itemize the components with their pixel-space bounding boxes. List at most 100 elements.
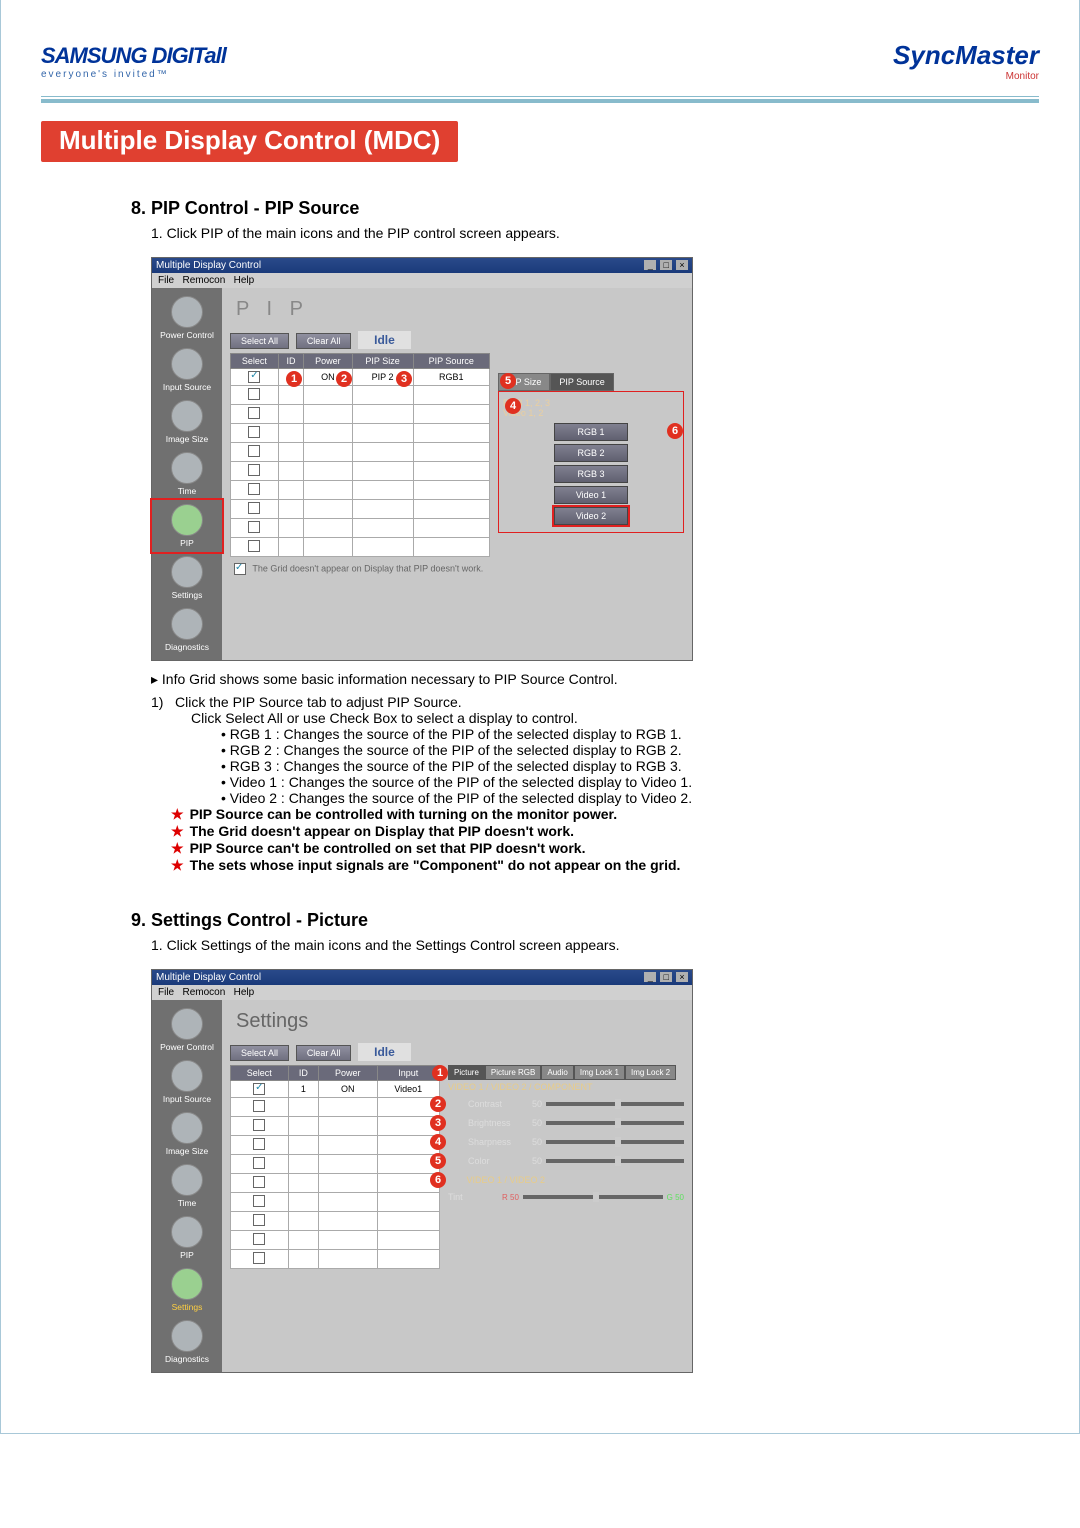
clear-all-button[interactable]: Clear All bbox=[296, 333, 352, 349]
minimize-icon[interactable]: _ bbox=[644, 260, 656, 270]
tab-audio[interactable]: Audio bbox=[541, 1065, 573, 1080]
close-icon[interactable]: × bbox=[676, 972, 688, 982]
slider-thumb[interactable] bbox=[615, 1156, 621, 1166]
bullet: RGB 1 : Changes the source of the PIP of… bbox=[221, 726, 1039, 742]
sidebar-item-power[interactable]: Power Control bbox=[152, 1004, 222, 1056]
checkbox[interactable] bbox=[248, 371, 260, 383]
slider-color[interactable]: 5 Color 50 bbox=[448, 1153, 684, 1169]
checkbox[interactable] bbox=[248, 445, 260, 457]
slider-thumb[interactable] bbox=[615, 1118, 621, 1128]
slider-track[interactable] bbox=[546, 1102, 684, 1106]
brand-right: SyncMaster Monitor bbox=[893, 40, 1039, 82]
table-row[interactable] bbox=[231, 424, 490, 443]
slider-track[interactable] bbox=[546, 1159, 684, 1163]
sidebar-item-diagnostics[interactable]: Diagnostics bbox=[152, 1316, 222, 1368]
maximize-icon[interactable]: □ bbox=[660, 260, 672, 270]
table-row[interactable]: 1 ON Video1 bbox=[231, 1081, 440, 1098]
table-row[interactable] bbox=[231, 519, 490, 538]
menu-help[interactable]: Help bbox=[234, 275, 255, 286]
sidebar-item-pip[interactable]: PIP bbox=[152, 500, 222, 552]
table-row[interactable] bbox=[231, 1174, 440, 1193]
maximize-icon[interactable]: □ bbox=[660, 972, 672, 982]
checkbox[interactable] bbox=[253, 1157, 265, 1169]
table-row[interactable] bbox=[231, 443, 490, 462]
table-row[interactable] bbox=[231, 1193, 440, 1212]
src-video2-button[interactable]: Video 2 bbox=[554, 507, 628, 525]
tab-pipsource[interactable]: PIP Source bbox=[550, 373, 613, 391]
tab-imglock2[interactable]: Img Lock 2 bbox=[625, 1065, 676, 1080]
slider-contrast[interactable]: 2 Contrast 50 bbox=[448, 1096, 684, 1112]
checkbox[interactable] bbox=[248, 464, 260, 476]
tab-picturergb[interactable]: Picture RGB bbox=[485, 1065, 541, 1080]
slider-tint[interactable]: Tint R 50 G 50 bbox=[448, 1192, 684, 1202]
sidebar-item-imagesize[interactable]: Image Size bbox=[152, 1108, 222, 1160]
checkbox[interactable] bbox=[234, 563, 246, 575]
src-rgb1-button[interactable]: RGB 1 bbox=[554, 423, 628, 441]
sidebar-item-settings[interactable]: Settings bbox=[152, 552, 222, 604]
checkbox[interactable] bbox=[248, 426, 260, 438]
menu-file[interactable]: File bbox=[158, 987, 174, 998]
checkbox[interactable] bbox=[248, 407, 260, 419]
slider-thumb[interactable] bbox=[615, 1099, 621, 1109]
sidebar-item-time[interactable]: Time bbox=[152, 1160, 222, 1212]
checkbox[interactable] bbox=[248, 483, 260, 495]
slider-sharpness[interactable]: 4 Sharpness 50 bbox=[448, 1134, 684, 1150]
sidebar-item-time[interactable]: Time bbox=[152, 448, 222, 500]
checkbox[interactable] bbox=[248, 521, 260, 533]
checkbox[interactable] bbox=[253, 1233, 265, 1245]
checkbox[interactable] bbox=[253, 1176, 265, 1188]
checkbox[interactable] bbox=[253, 1100, 265, 1112]
table-row[interactable] bbox=[231, 481, 490, 500]
sidebar-item-diagnostics[interactable]: Diagnostics bbox=[152, 604, 222, 656]
slider-track[interactable] bbox=[546, 1140, 684, 1144]
select-all-button[interactable]: Select All bbox=[230, 1045, 289, 1061]
minimize-icon[interactable]: _ bbox=[644, 972, 656, 982]
sidebar-item-settings[interactable]: Settings bbox=[152, 1264, 222, 1316]
menu-remocon[interactable]: Remocon bbox=[182, 275, 225, 286]
slider-track[interactable] bbox=[546, 1121, 684, 1125]
table-row[interactable] bbox=[231, 1098, 440, 1117]
menu-file[interactable]: File bbox=[158, 275, 174, 286]
sidebar-item-pip[interactable]: PIP bbox=[152, 1212, 222, 1264]
table-row[interactable] bbox=[231, 1117, 440, 1136]
table-row[interactable] bbox=[231, 386, 490, 405]
checkbox[interactable] bbox=[253, 1119, 265, 1131]
checkbox[interactable] bbox=[253, 1252, 265, 1264]
menu-help[interactable]: Help bbox=[234, 987, 255, 998]
table-row[interactable] bbox=[231, 405, 490, 424]
src-rgb3-button[interactable]: RGB 3 bbox=[554, 465, 628, 483]
menu-remocon[interactable]: Remocon bbox=[182, 987, 225, 998]
table-row[interactable] bbox=[231, 462, 490, 481]
table-row[interactable]: 1 ON PIP 2 RGB1 bbox=[231, 369, 490, 386]
table-row[interactable] bbox=[231, 500, 490, 519]
slider-thumb[interactable] bbox=[593, 1192, 599, 1202]
checkbox[interactable] bbox=[253, 1195, 265, 1207]
slider-track[interactable] bbox=[523, 1195, 663, 1199]
sidebar-item-imagesize[interactable]: Image Size bbox=[152, 396, 222, 448]
checkbox[interactable] bbox=[253, 1138, 265, 1150]
src-video1-button[interactable]: Video 1 bbox=[554, 486, 628, 504]
table-row[interactable] bbox=[231, 538, 490, 557]
clear-all-button[interactable]: Clear All bbox=[296, 1045, 352, 1061]
tab-imglock1[interactable]: Img Lock 1 bbox=[574, 1065, 625, 1080]
checkbox[interactable] bbox=[248, 502, 260, 514]
src-rgb2-button[interactable]: RGB 2 bbox=[554, 444, 628, 462]
table-row[interactable] bbox=[231, 1250, 440, 1269]
sidebar-item-input[interactable]: Input Source bbox=[152, 1056, 222, 1108]
slider-thumb[interactable] bbox=[615, 1137, 621, 1147]
slider-brightness[interactable]: 3 Brightness 50 bbox=[448, 1115, 684, 1131]
checkbox[interactable] bbox=[253, 1083, 265, 1095]
checkbox[interactable] bbox=[248, 388, 260, 400]
table-row[interactable] bbox=[231, 1212, 440, 1231]
checkbox[interactable] bbox=[248, 540, 260, 552]
sidebar-item-input[interactable]: Input Source bbox=[152, 344, 222, 396]
close-icon[interactable]: × bbox=[676, 260, 688, 270]
tab-picture[interactable]: Picture bbox=[448, 1065, 485, 1080]
sidebar-item-power[interactable]: Power Control bbox=[152, 292, 222, 344]
table-row[interactable] bbox=[231, 1231, 440, 1250]
select-all-button[interactable]: Select All bbox=[230, 333, 289, 349]
table-row[interactable] bbox=[231, 1136, 440, 1155]
checkbox[interactable] bbox=[253, 1214, 265, 1226]
panel-title: Settings bbox=[236, 1010, 684, 1033]
table-row[interactable] bbox=[231, 1155, 440, 1174]
